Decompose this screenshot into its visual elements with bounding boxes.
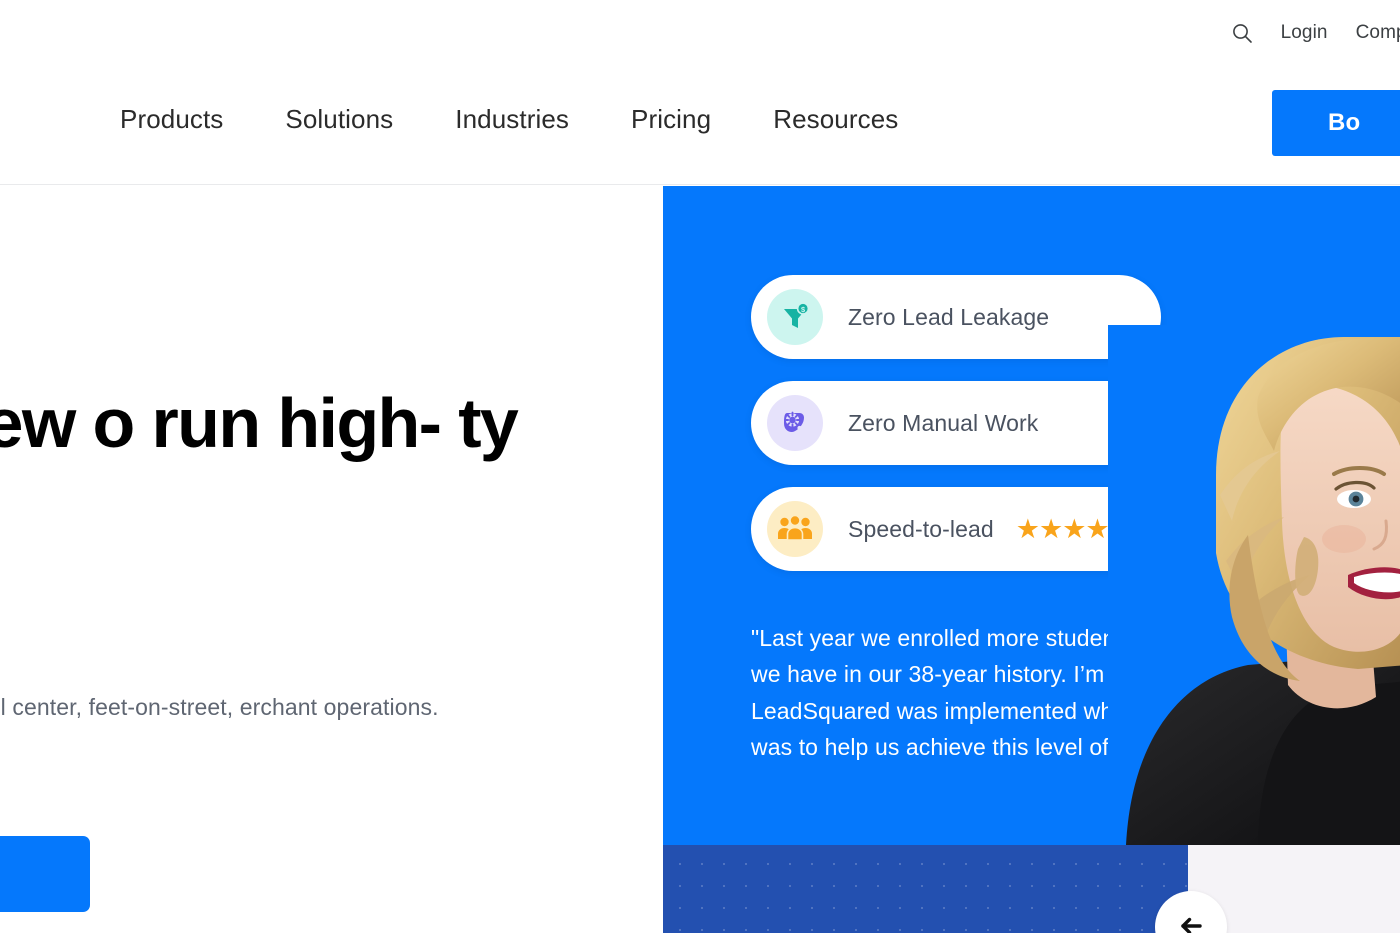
nav-item-solutions[interactable]: Solutions [285, 104, 393, 135]
nav-item-resources[interactable]: Resources [773, 104, 898, 135]
hero-subtitle: cy out of your call center, feet-on-stre… [0, 694, 439, 720]
hero-left-column: ver a new o run high- ty sales cy out of… [0, 186, 663, 933]
utility-right-group: Login Compan [1231, 22, 1400, 44]
gear-automation-icon [767, 395, 823, 451]
hero-page: act Us Login Compan red Products Solutio… [0, 0, 1400, 933]
benefit-pill-zero-manual-work[interactable]: Zero Manual Work [751, 381, 1161, 465]
benefit-pill-speed-to-lead[interactable]: Speed-to-lead ★★★★★ [751, 487, 1161, 571]
login-link[interactable]: Login [1281, 22, 1328, 44]
benefit-pill-label: Zero Manual Work [848, 409, 1039, 436]
benefit-pill-label: Speed-to-lead [848, 515, 994, 542]
primary-nav: Products Solutions Industries Pricing Re… [120, 104, 898, 135]
svg-text:$: $ [801, 305, 805, 314]
main-navbar: red Products Solutions Industries Pricin… [0, 68, 1400, 185]
search-icon[interactable] [1231, 22, 1253, 44]
testimonial-photo [1108, 325, 1400, 845]
benefit-pill-zero-lead-leakage[interactable]: $ Zero Lead Leakage [751, 275, 1161, 359]
hero-heading: ver a new o run high- ty sales [0, 384, 519, 462]
nav-item-products[interactable]: Products [120, 104, 223, 135]
benefit-pill-label: Zero Lead Leakage [848, 303, 1050, 330]
people-group-icon [767, 501, 823, 557]
funnel-dollar-icon: $ [767, 289, 823, 345]
book-demo-button[interactable]: Bo [1272, 90, 1400, 156]
benefit-pill-list: $ Zero Lead Leakage Zero Manual Work Spe… [751, 275, 1161, 571]
carousel-band [663, 845, 1188, 933]
nav-item-industries[interactable]: Industries [455, 104, 569, 135]
arrow-left-icon [1174, 909, 1208, 933]
hero-cta-button[interactable] [0, 836, 90, 912]
nav-item-pricing[interactable]: Pricing [631, 104, 711, 135]
utility-bar: act Us Login Compan [0, 0, 1400, 68]
hero-right-panel: $ Zero Lead Leakage Zero Manual Work Spe… [663, 186, 1400, 845]
company-link[interactable]: Compan [1356, 22, 1400, 44]
